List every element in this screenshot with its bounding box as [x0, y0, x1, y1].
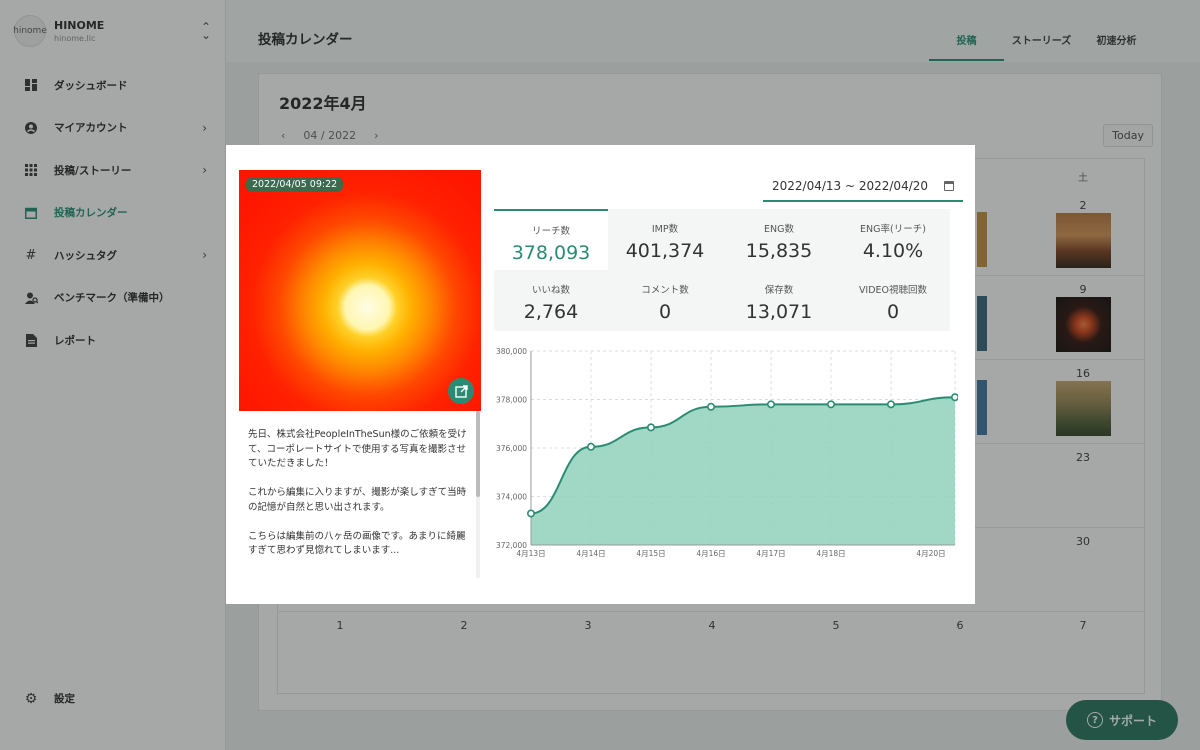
reach-chart-svg: 372,000374,000376,000378,000380,0004月13日…	[496, 347, 959, 558]
metric-label: コメント数	[641, 285, 689, 296]
x-tick-label: 4月13日	[516, 549, 545, 558]
y-tick-label: 374,000	[496, 493, 527, 502]
caption-scrollbar[interactable]	[476, 411, 480, 497]
date-range-value: 2022/04/13 ~ 2022/04/20	[772, 179, 929, 193]
data-point	[766, 400, 775, 409]
metric-value: 4.10%	[862, 240, 924, 262]
metric-label: いいね数	[531, 285, 570, 296]
metric-likes[interactable]: いいね数 2,764	[494, 270, 608, 331]
metric-value: 378,093	[511, 242, 591, 264]
reach-chart: 372,000 374,000 376,000 378,000 380,000 4月13日…	[488, 343, 959, 565]
x-tick-label: 4月16日	[696, 549, 725, 558]
metric-label: VIDEO視聴回数	[858, 285, 928, 296]
metric-video-views[interactable]: VIDEO視聴回数 0	[836, 270, 950, 331]
x-tick-label: 4月18日	[816, 549, 845, 558]
data-point	[647, 423, 656, 432]
metric-value: 15,835	[745, 240, 813, 262]
external-link-icon	[454, 384, 468, 398]
data-point	[707, 402, 716, 411]
metric-comments[interactable]: コメント数 0	[608, 270, 722, 331]
y-tick-label: 376,000	[496, 444, 527, 453]
metric-label: ENG数	[764, 224, 794, 235]
metric-value: 0	[886, 301, 900, 323]
metric-value: 0	[658, 301, 672, 323]
calendar-icon	[944, 181, 954, 191]
data-point	[826, 400, 835, 409]
metric-value: 13,071	[745, 301, 813, 323]
post-detail-modal: 2022/04/05 09:22 先日、株式会社PeopleInTheSun様の…	[226, 145, 975, 604]
metric-eng-rate[interactable]: ENG率(リーチ) 4.10%	[836, 209, 950, 270]
date-range-picker[interactable]: 2022/04/13 ~ 2022/04/20	[763, 172, 963, 202]
data-point	[587, 442, 596, 451]
metric-reach[interactable]: リーチ数 378,093	[494, 209, 608, 270]
metric-label: ENG率(リーチ)	[860, 224, 926, 235]
x-tick-label: 4月20日	[916, 549, 945, 558]
post-caption: 先日、株式会社PeopleInTheSun様のご依頼を受けて、コーポレートサイト…	[248, 429, 467, 556]
metric-label: IMP数	[651, 224, 679, 235]
data-point	[950, 393, 959, 402]
y-tick-label: 380,000	[496, 347, 527, 356]
post-date-badge: 2022/04/05 09:22	[246, 177, 344, 192]
metric-label: リーチ数	[531, 226, 570, 237]
y-tick-label: 378,000	[496, 396, 527, 405]
data-point	[526, 509, 535, 518]
post-image: 2022/04/05 09:22	[239, 170, 481, 411]
data-point	[886, 400, 895, 409]
metric-label: 保存数	[764, 285, 794, 296]
metrics-panel: リーチ数 378,093 IMP数 401,374 ENG数 15,835 EN…	[494, 209, 950, 331]
metric-value: 2,764	[523, 301, 579, 323]
metric-saves[interactable]: 保存数 13,071	[722, 270, 836, 331]
metric-value: 401,374	[625, 240, 705, 262]
x-tick-label: 4月14日	[576, 549, 605, 558]
metric-imp[interactable]: IMP数 401,374	[608, 209, 722, 270]
x-tick-label: 4月15日	[636, 549, 665, 558]
metric-eng[interactable]: ENG数 15,835	[722, 209, 836, 270]
area-fill	[531, 397, 955, 545]
open-external-button[interactable]	[448, 378, 474, 404]
x-tick-label: 4月17日	[756, 549, 785, 558]
